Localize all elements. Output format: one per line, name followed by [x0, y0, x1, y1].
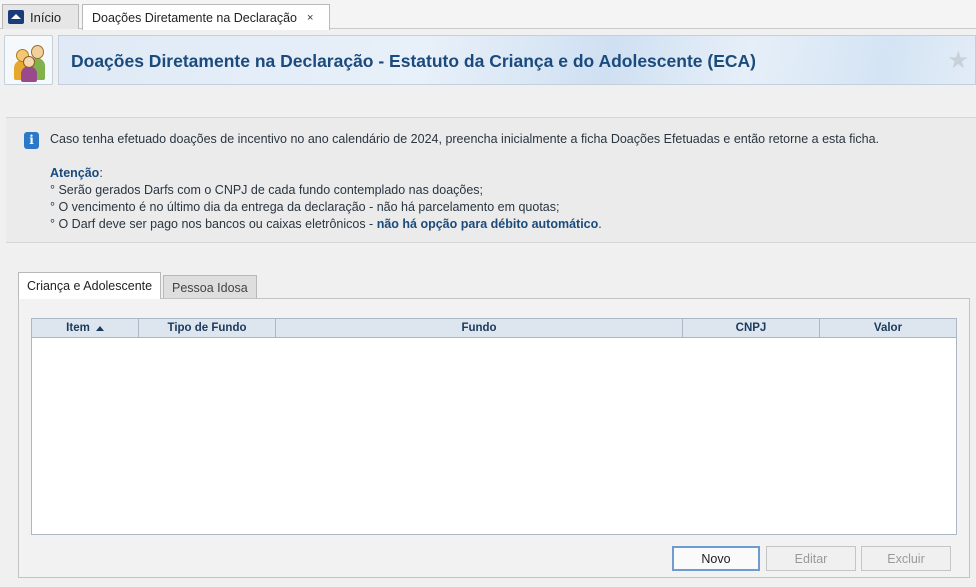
column-header-valor[interactable]: Valor	[820, 319, 956, 337]
attention-line: Atenção:	[50, 166, 103, 180]
new-button[interactable]: Novo	[672, 546, 760, 571]
info-text: Caso tenha efetuado doações de incentivo…	[50, 132, 880, 146]
bullet-darfs: ° Serão gerados Darfs com o CNPJ de cada…	[50, 183, 484, 197]
tab-pessoa-idosa[interactable]: Pessoa Idosa	[163, 275, 257, 299]
page-title: Doações Diretamente na Declaração - Esta…	[71, 51, 756, 71]
edit-button-label: Editar	[794, 551, 828, 566]
header-title-box: Doações Diretamente na Declaração - Esta…	[58, 35, 976, 85]
table-header: Item Tipo de Fundo Fundo CNPJ Valor	[32, 319, 956, 338]
attention-label: Atenção	[50, 166, 100, 180]
bullet-vencimento: ° O vencimento é no último dia da entreg…	[50, 200, 560, 214]
edit-button[interactable]: Editar	[766, 546, 856, 571]
column-tipo-label: Tipo de Fundo	[167, 322, 247, 334]
column-header-fundo[interactable]: Fundo	[276, 319, 683, 337]
tab-crianca-label: Criança e Adolescente	[27, 279, 153, 293]
page-header: Doações Diretamente na Declaração - Esta…	[4, 35, 976, 85]
close-icon[interactable]: ×	[307, 12, 313, 24]
column-header-cnpj[interactable]: CNPJ	[683, 319, 820, 337]
tab-home-label: Início	[30, 9, 62, 25]
delete-button[interactable]: Excluir	[861, 546, 951, 571]
column-valor-label: Valor	[873, 322, 903, 334]
home-icon	[8, 10, 24, 24]
bullet3-prefix: ° O Darf deve ser pago nos bancos ou cai…	[50, 217, 377, 231]
tab-home[interactable]: Início	[2, 4, 79, 29]
column-item-label: Item	[66, 322, 90, 334]
bullet-pagamento: ° O Darf deve ser pago nos bancos ou cai…	[50, 217, 602, 231]
tab-idosa-label: Pessoa Idosa	[172, 280, 248, 295]
attention-colon: :	[99, 166, 103, 180]
info-icon: i	[24, 132, 39, 149]
column-header-item[interactable]: Item	[32, 319, 139, 337]
bullet3-bold: não há opção para débito automático	[376, 217, 599, 231]
new-button-label: Novo	[701, 551, 731, 566]
donations-table[interactable]: Item Tipo de Fundo Fundo CNPJ Valor	[31, 318, 957, 535]
people-icon	[4, 35, 53, 85]
tab-doacoes[interactable]: Doações Diretamente na Declaração ×	[82, 4, 330, 30]
tab-doacoes-label: Doações Diretamente na Declaração	[92, 10, 297, 25]
column-header-tipo[interactable]: Tipo de Fundo	[139, 319, 276, 337]
info-panel: i Caso tenha efetuado doações de incenti…	[6, 117, 976, 243]
column-cnpj-label: CNPJ	[735, 322, 767, 334]
document-tab-bar: Início Doações Diretamente na Declaração…	[0, 0, 976, 30]
sort-ascending-icon	[95, 325, 104, 331]
delete-button-label: Excluir	[887, 551, 925, 566]
bullet3-suffix: .	[598, 217, 602, 231]
star-icon[interactable]: ★	[947, 46, 969, 75]
column-fundo-label: Fundo	[461, 322, 497, 334]
tab-crianca-adolescente[interactable]: Criança e Adolescente	[18, 272, 162, 299]
